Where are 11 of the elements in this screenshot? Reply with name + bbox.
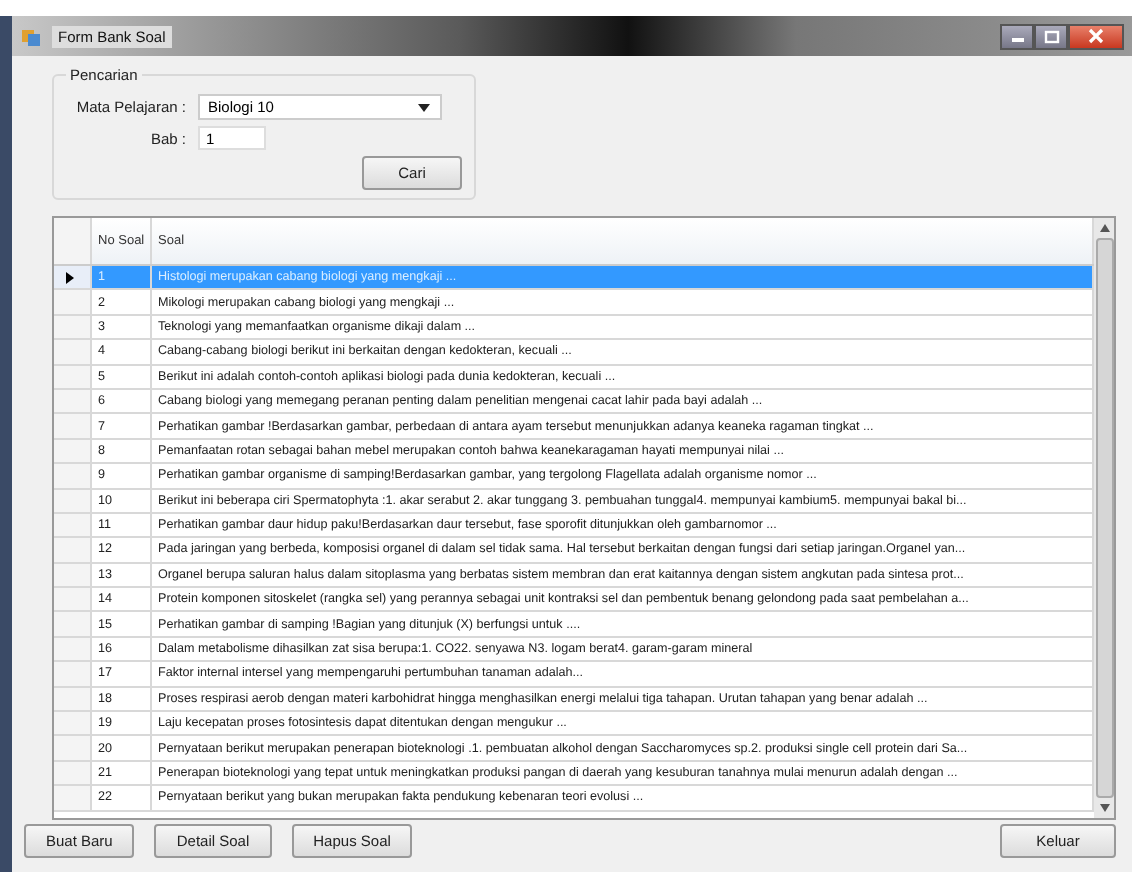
dropdown-arrow-icon bbox=[418, 103, 430, 111]
scroll-up-icon[interactable] bbox=[1099, 224, 1109, 232]
vertical-scrollbar[interactable] bbox=[1094, 218, 1114, 818]
close-icon bbox=[1088, 28, 1104, 44]
maximize-button[interactable] bbox=[1034, 23, 1068, 49]
current-row-icon bbox=[66, 271, 74, 284]
maximize-icon bbox=[1043, 29, 1059, 43]
form-icon bbox=[20, 25, 42, 47]
minimize-button[interactable] bbox=[1000, 23, 1034, 49]
close-button[interactable] bbox=[1068, 23, 1124, 49]
scroll-down-icon[interactable] bbox=[1099, 804, 1109, 812]
